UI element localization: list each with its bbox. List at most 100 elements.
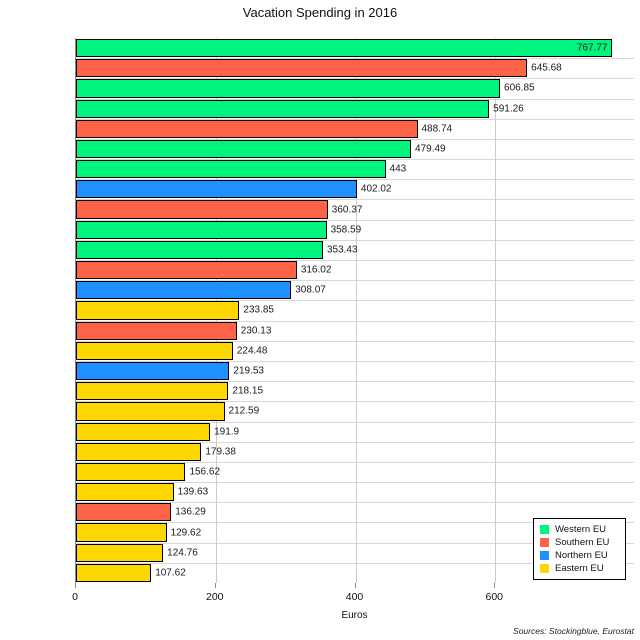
bar[interactable] bbox=[76, 483, 174, 502]
bar-value-label: 479.49 bbox=[415, 143, 446, 155]
bar-value-label: 139.63 bbox=[177, 486, 209, 498]
bar[interactable] bbox=[76, 402, 225, 421]
bar-value-label: 360.37 bbox=[331, 204, 363, 216]
bar[interactable] bbox=[76, 543, 164, 562]
bar-value-label: 353.43 bbox=[326, 244, 358, 256]
bar-row: Poland191.9 bbox=[76, 422, 634, 442]
bar[interactable] bbox=[76, 261, 297, 280]
bar-value-label: 488.74 bbox=[421, 123, 453, 135]
bar-row: Sweden219.53 bbox=[76, 361, 634, 381]
bar-row: Luxembourg767.77 bbox=[76, 38, 634, 58]
legend-swatch-icon bbox=[540, 564, 549, 573]
bar-row: France353.43 bbox=[76, 240, 634, 260]
legend-label: Eastern EU bbox=[555, 563, 604, 574]
bar[interactable] bbox=[76, 442, 202, 461]
legend-item[interactable]: Eastern EU bbox=[540, 562, 620, 575]
bar[interactable] bbox=[76, 503, 172, 522]
bar-row: Italy360.37 bbox=[76, 199, 634, 219]
bar[interactable] bbox=[76, 321, 237, 340]
bar[interactable] bbox=[76, 301, 240, 320]
bar-value-label: 230.13 bbox=[240, 325, 272, 337]
bar-value-label: 358.59 bbox=[330, 224, 362, 236]
bar-row: Malta645.68 bbox=[76, 58, 634, 78]
bar-value-label: 606.85 bbox=[504, 82, 535, 94]
legend-item[interactable]: Southern EU bbox=[540, 536, 620, 549]
bar-row: Slovakia233.85 bbox=[76, 300, 634, 320]
x-tick bbox=[354, 583, 356, 588]
bar[interactable] bbox=[76, 563, 152, 582]
bar-value-label: 443 bbox=[389, 163, 407, 175]
legend-label: Western EU bbox=[555, 524, 607, 535]
bar[interactable] bbox=[76, 382, 229, 401]
bar-row: Spain230.13 bbox=[76, 321, 634, 341]
bar-row: Lithuania218.15 bbox=[76, 381, 634, 401]
bar-row: Estonia179.38 bbox=[76, 442, 634, 462]
bar-value-label: 107.62 bbox=[155, 567, 186, 579]
bar-row: Hungary139.63 bbox=[76, 482, 634, 502]
bar[interactable] bbox=[76, 240, 323, 260]
bar-row: Finland308.07 bbox=[76, 280, 634, 300]
bar-value-label: 591.26 bbox=[493, 103, 524, 115]
plot-wrapper: Luxembourg767.77Malta645.68Austria606.85… bbox=[72, 38, 634, 621]
bar-row: Belgium591.26 bbox=[76, 99, 634, 119]
bar-value-label: 156.62 bbox=[189, 466, 221, 478]
bar[interactable] bbox=[76, 523, 167, 542]
bar[interactable] bbox=[76, 462, 186, 482]
bar-row: Ireland479.49 bbox=[76, 139, 634, 159]
bar-value-label: 212.59 bbox=[228, 405, 260, 417]
bar-value-label: 129.62 bbox=[170, 527, 202, 539]
bar-value-label: 767.77 bbox=[576, 42, 608, 54]
x-tick-label: 600 bbox=[485, 591, 504, 603]
x-tick-label: 200 bbox=[205, 591, 224, 603]
legend-swatch-icon bbox=[540, 551, 549, 560]
bar[interactable] bbox=[76, 160, 386, 179]
x-tick-label: 400 bbox=[345, 591, 364, 603]
legend-item[interactable]: Northern EU bbox=[540, 549, 620, 562]
x-tick bbox=[75, 583, 76, 588]
bar-row: Bulgaria156.62 bbox=[76, 462, 634, 482]
bar-row: Netherlands358.59 bbox=[76, 220, 634, 240]
legend-swatch-icon bbox=[540, 538, 549, 547]
bar[interactable] bbox=[76, 200, 328, 219]
chart-title: Vacation Spending in 2016 bbox=[242, 5, 398, 20]
bar-value-label: 308.07 bbox=[295, 284, 326, 296]
bar[interactable] bbox=[76, 99, 490, 118]
legend-label: Southern EU bbox=[555, 537, 610, 548]
x-tick-label: 0 bbox=[72, 591, 78, 603]
bar[interactable] bbox=[76, 139, 412, 159]
chart-legend: Western EU Southern EU Northern EU Eastern … bbox=[533, 518, 626, 580]
bar-row: Denmark402.02 bbox=[76, 179, 634, 199]
legend-label: Northern EU bbox=[555, 550, 608, 561]
bar-value-label: 233.85 bbox=[243, 304, 274, 316]
bar-row: Slovenia212.59 bbox=[76, 401, 634, 421]
plot-area: Luxembourg767.77Malta645.68Austria606.85… bbox=[75, 38, 634, 583]
bar[interactable] bbox=[76, 119, 418, 138]
bar-row: Croatia224.48 bbox=[76, 341, 634, 361]
legend-swatch-icon bbox=[540, 525, 549, 534]
bar-value-label: 224.48 bbox=[236, 345, 268, 357]
bar[interactable] bbox=[76, 361, 230, 381]
bar-value-label: 402.02 bbox=[360, 183, 392, 195]
bar-row: Greece316.02 bbox=[76, 260, 634, 280]
bar-value-label: 645.68 bbox=[531, 62, 562, 74]
bar[interactable] bbox=[76, 180, 357, 199]
x-tick bbox=[214, 583, 216, 588]
bar[interactable] bbox=[76, 220, 327, 239]
bar-value-label: 316.02 bbox=[300, 264, 332, 276]
bar-value-label: 219.53 bbox=[233, 365, 264, 377]
bar[interactable] bbox=[76, 341, 233, 360]
bar-value-label: 218.15 bbox=[232, 385, 264, 397]
bar[interactable] bbox=[76, 281, 292, 300]
bar-value-label: 136.29 bbox=[175, 506, 206, 518]
bar-value-label: 191.9 bbox=[214, 426, 240, 438]
x-tick bbox=[494, 583, 496, 588]
x-axis-label: Euros bbox=[341, 610, 368, 621]
legend-item[interactable]: Western EU bbox=[540, 523, 620, 536]
bar[interactable] bbox=[76, 59, 528, 78]
bar-value-label: 179.38 bbox=[205, 446, 236, 458]
bar-row: Germany443 bbox=[76, 159, 634, 179]
bar[interactable] bbox=[76, 39, 613, 58]
bar[interactable] bbox=[76, 422, 211, 441]
bar[interactable] bbox=[76, 79, 501, 98]
bar-row: Austria606.85 bbox=[76, 78, 634, 98]
